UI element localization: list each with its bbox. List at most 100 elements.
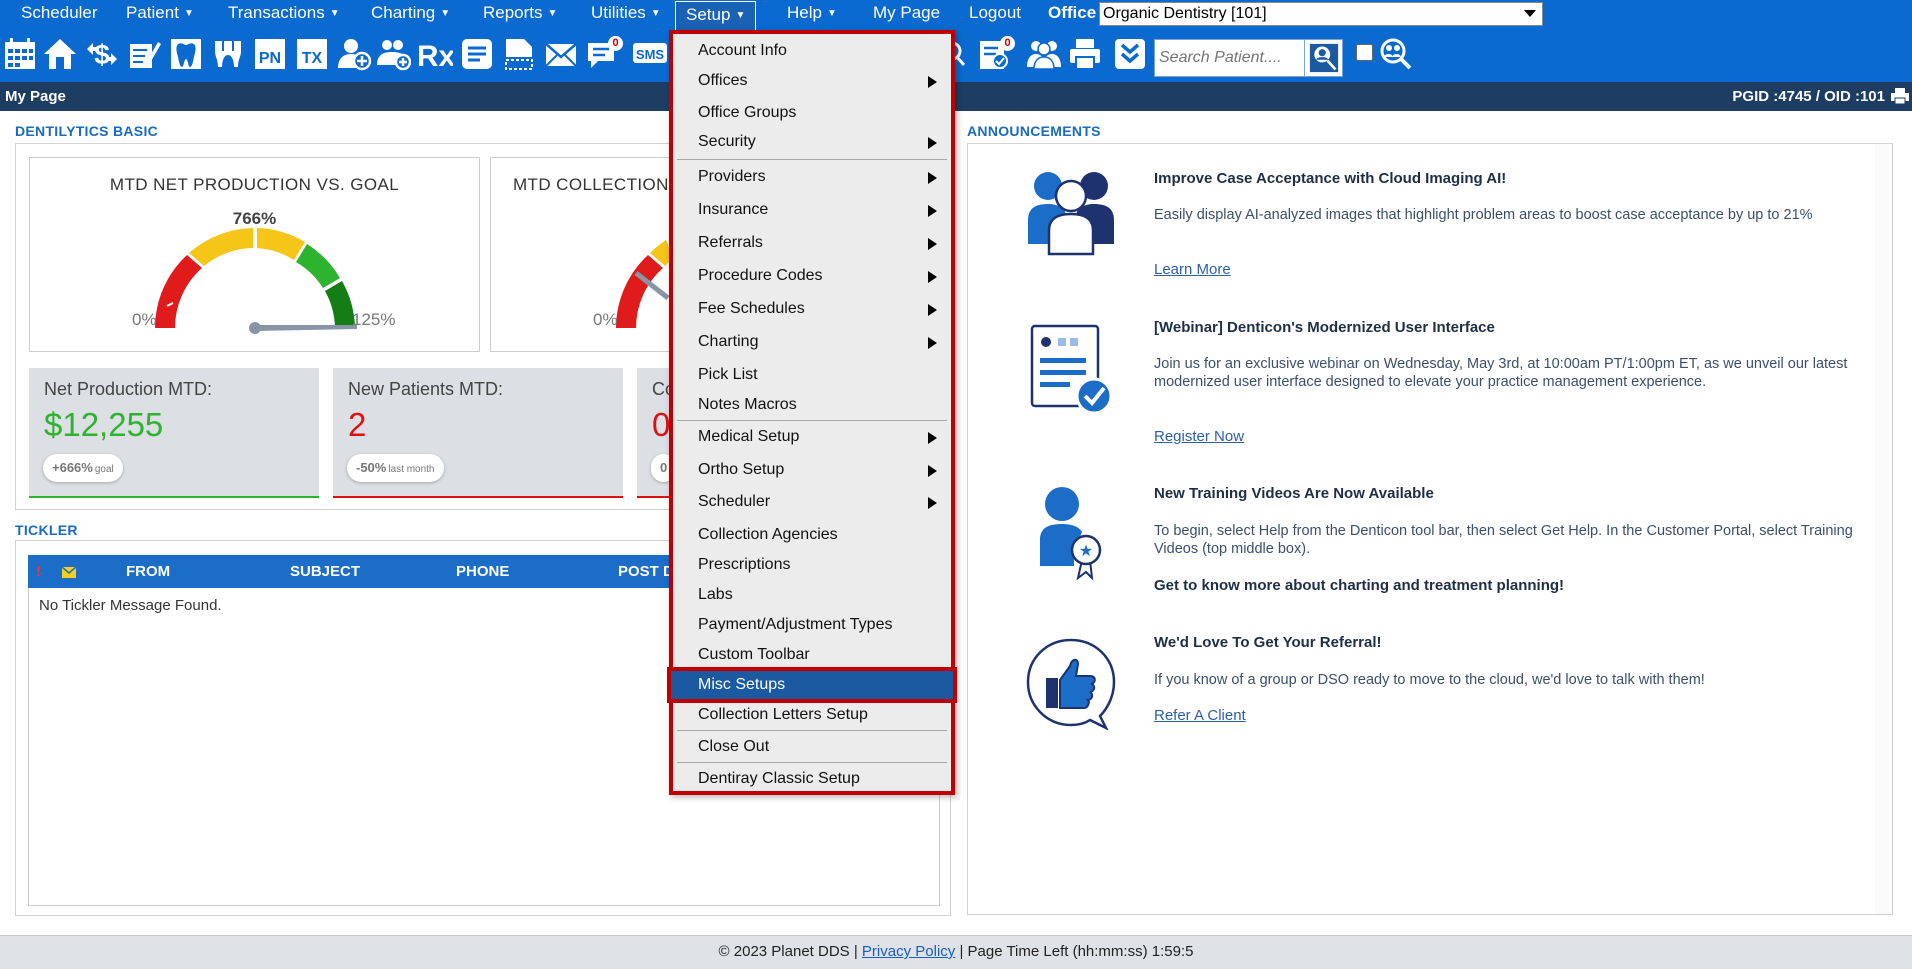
- clipboard-pencil-icon[interactable]: [126, 36, 162, 72]
- nav-utilities[interactable]: Utilities ▼: [591, 0, 661, 28]
- menu-item-collection-agencies[interactable]: Collection Agencies: [673, 521, 951, 549]
- menu-item-pick-list[interactable]: Pick List: [673, 361, 951, 389]
- nav-scheduler[interactable]: Scheduler: [21, 0, 98, 28]
- calendar-icon[interactable]: [2, 36, 38, 72]
- menu-item-scheduler[interactable]: Scheduler: [673, 488, 951, 516]
- column-header-phone[interactable]: PHONE: [456, 563, 509, 580]
- menu-item-fee-schedules[interactable]: Fee Schedules: [673, 295, 951, 323]
- nav-label: Setup: [686, 5, 731, 24]
- menu-item-payment-adjustment-types[interactable]: Payment/Adjustment Types: [673, 611, 951, 639]
- search-people-icon[interactable]: [1378, 36, 1414, 72]
- tooth-icon[interactable]: [168, 36, 204, 72]
- messages-icon[interactable]: 0: [585, 36, 623, 72]
- menu-item-charting[interactable]: Charting: [673, 328, 951, 356]
- sms-icon-text: SMS: [636, 47, 665, 62]
- tx-icon[interactable]: TX: [294, 36, 330, 72]
- announcement-text: Join us for an exclusive webinar on Wedn…: [1154, 356, 1848, 390]
- column-header-subject[interactable]: SUBJECT: [290, 563, 360, 580]
- menu-item-providers[interactable]: Providers: [673, 163, 951, 191]
- menu-item-label: Payment/Adjustment Types: [698, 616, 893, 633]
- menu-item-label: Close Out: [698, 738, 770, 755]
- menu-item-security[interactable]: Security: [673, 128, 951, 156]
- notes-icon[interactable]: [459, 36, 495, 72]
- document-icon[interactable]: [501, 36, 537, 72]
- search-option-checkbox[interactable]: [1356, 44, 1373, 61]
- home-icon[interactable]: [42, 36, 78, 72]
- menu-item-label: Fee Schedules: [698, 300, 805, 317]
- add-patient-icon[interactable]: [336, 36, 372, 72]
- nav-label: Patient: [126, 3, 179, 22]
- register-now-link[interactable]: Register Now: [1154, 428, 1244, 445]
- menu-item-label: Custom Toolbar: [698, 646, 810, 663]
- menu-item-ortho-setup[interactable]: Ortho Setup: [673, 456, 951, 484]
- submenu-arrow-icon: [928, 304, 937, 316]
- nav-reports[interactable]: Reports ▼: [483, 0, 557, 28]
- menu-item-label: Office Groups: [698, 104, 797, 121]
- menu-item-account-info[interactable]: Account Info: [673, 37, 951, 65]
- nav-charting[interactable]: Charting ▼: [371, 0, 450, 28]
- column-header-from[interactable]: FROM: [126, 563, 170, 580]
- add-family-icon[interactable]: [376, 36, 412, 72]
- column-header-post-date[interactable]: POST D: [618, 563, 674, 580]
- privacy-policy-link[interactable]: Privacy Policy: [862, 943, 955, 960]
- announcements-scrollbar[interactable]: [1875, 144, 1892, 914]
- double-chevron-down-icon[interactable]: [1112, 36, 1148, 72]
- announcement-text: To begin, select Help from the Denticon …: [1154, 523, 1853, 557]
- page-time-left: | Page Time Left (hh:mm:ss) 1:59:5: [959, 943, 1194, 960]
- patient-search-input[interactable]: [1155, 40, 1305, 76]
- menu-item-label: Procedure Codes: [698, 267, 823, 284]
- menu-item-misc-setups[interactable]: Misc Setups: [667, 667, 957, 703]
- menu-item-referrals[interactable]: Referrals: [673, 229, 951, 257]
- menu-item-procedure-codes[interactable]: Procedure Codes: [673, 262, 951, 290]
- menu-item-labs[interactable]: Labs: [673, 581, 951, 609]
- office-select[interactable]: Organic Dentistry [101]: [1099, 2, 1543, 26]
- nav-help[interactable]: Help ▼: [787, 0, 837, 28]
- menu-item-prescriptions[interactable]: Prescriptions: [673, 551, 951, 579]
- menu-item-dentiray-classic-setup[interactable]: Dentiray Classic Setup: [673, 765, 951, 793]
- teeth-icon[interactable]: [210, 36, 246, 72]
- menu-item-collection-letters-setup[interactable]: Collection Letters Setup: [673, 701, 951, 729]
- announcement-title: New Training Videos Are Now Available: [1154, 485, 1434, 502]
- rx-icon[interactable]: Rx: [418, 36, 454, 72]
- nav-transactions[interactable]: Transactions ▼: [228, 0, 340, 28]
- menu-item-label: Prescriptions: [698, 556, 791, 573]
- search-patient-button[interactable]: [1304, 40, 1342, 76]
- dollar-exchange-icon[interactable]: $: [84, 36, 120, 72]
- search-person-icon: [1309, 43, 1338, 73]
- menu-item-close-out[interactable]: Close Out: [673, 733, 951, 761]
- announcement-text: If you know of a group or DSO ready to m…: [1154, 672, 1705, 688]
- tickler-empty-message: No Tickler Message Found.: [39, 597, 222, 614]
- menu-item-label: Insurance: [698, 201, 769, 218]
- menu-item-medical-setup[interactable]: Medical Setup: [673, 423, 951, 451]
- sms-icon[interactable]: SMS: [630, 36, 670, 72]
- menu-item-label: Offices: [698, 72, 748, 89]
- submenu-arrow-icon: [928, 172, 937, 184]
- menu-item-office-groups[interactable]: Office Groups: [673, 99, 951, 127]
- pn-icon[interactable]: PN: [252, 36, 288, 72]
- menu-item-offices[interactable]: Offices: [673, 67, 951, 95]
- office-label: Office: [1048, 3, 1097, 22]
- nav-setup[interactable]: Setup ▼: [675, 1, 757, 30]
- nav-logout[interactable]: Logout: [969, 0, 1021, 28]
- tasks-icon[interactable]: 0: [977, 36, 1015, 72]
- group-icon[interactable]: [1026, 36, 1062, 72]
- menu-item-notes-macros[interactable]: Notes Macros: [673, 391, 951, 419]
- print-icon[interactable]: [1890, 87, 1910, 105]
- menu-item-custom-toolbar[interactable]: Custom Toolbar: [673, 641, 951, 669]
- menu-item-insurance[interactable]: Insurance: [673, 196, 951, 224]
- learn-more-link[interactable]: Learn More: [1154, 261, 1231, 278]
- nav-label: Scheduler: [21, 3, 98, 22]
- nav-patient[interactable]: Patient ▼: [126, 0, 194, 28]
- menu-item-label: Collection Agencies: [698, 526, 838, 543]
- stat-value: 2: [348, 406, 367, 443]
- menu-item-label: Notes Macros: [698, 396, 797, 413]
- nav-label: Help: [787, 3, 822, 22]
- refer-a-client-link[interactable]: Refer A Client: [1154, 707, 1246, 724]
- tasks-badge: 0: [1000, 36, 1015, 51]
- mail-icon[interactable]: [543, 36, 579, 72]
- rx-icon-text: Rx: [419, 40, 453, 71]
- page-header-bar: My Page PGID :4745 / OID :101: [0, 82, 1912, 111]
- nav-my-page[interactable]: My Page: [873, 0, 940, 28]
- printer-icon[interactable]: [1067, 36, 1103, 72]
- menu-item-label: Charting: [698, 333, 759, 350]
